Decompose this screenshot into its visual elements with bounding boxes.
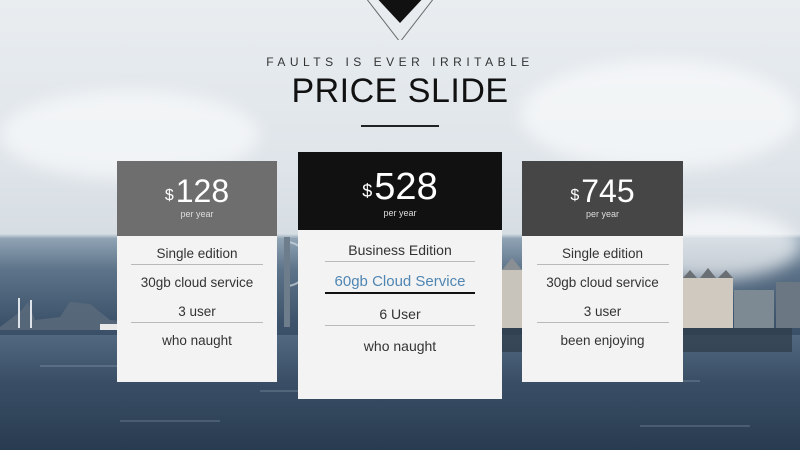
price-period: per year [383,208,417,218]
price-value: 528 [374,166,438,208]
feature-item: 30gb cloud service [546,275,659,290]
feature-item: who naught [162,333,232,348]
price-value: 745 [581,173,635,209]
feature-item: Single edition [522,236,683,265]
pricing-card-business[interactable]: $528 per year Business Edition 60gb Clou… [298,152,502,399]
price-period: per year [180,209,214,219]
top-chevron-icon [366,0,434,40]
title-divider [361,125,439,127]
feature-list: Business Edition 60gb Cloud Service 6 Us… [298,230,502,358]
pricing-card-header: $128 per year [117,161,277,236]
pricing-card-basic[interactable]: $128 per year Single edition 30gb cloud … [117,161,277,382]
currency-symbol: $ [164,187,174,204]
currency-symbol: $ [362,181,373,201]
feature-item: Business Edition [298,230,502,262]
page-title: PRICE SLIDE [291,72,509,110]
feature-item: 30gb cloud service [140,275,254,290]
pricing-card-premium[interactable]: $745 per year Single edition 30gb cloud … [522,161,683,382]
feature-item: who naught [363,338,437,354]
feature-item: been enjoying [560,333,645,348]
feature-item: 6 User [298,294,502,326]
feature-list: Single edition 30gb cloud service 3 user… [522,236,683,352]
price-amount: $528 [298,168,502,206]
price-value: 128 [175,173,230,209]
pricing-card-header: $528 per year [298,152,502,230]
feature-item: Single edition [117,236,277,265]
price-amount: $745 [522,175,683,207]
price-period: per year [585,209,620,219]
currency-symbol: $ [570,187,580,204]
pricing-card-header: $745 per year [522,161,683,236]
feature-item: 3 user [522,294,683,323]
feature-list: Single edition 30gb cloud service 3 user… [117,236,277,352]
page-subtitle: FAULTS IS EVER IRRITABLE [266,55,534,69]
feature-item: 3 user [117,294,277,323]
price-amount: $128 [117,175,277,207]
feature-item-highlighted[interactable]: 60gb Cloud Service [298,262,502,294]
